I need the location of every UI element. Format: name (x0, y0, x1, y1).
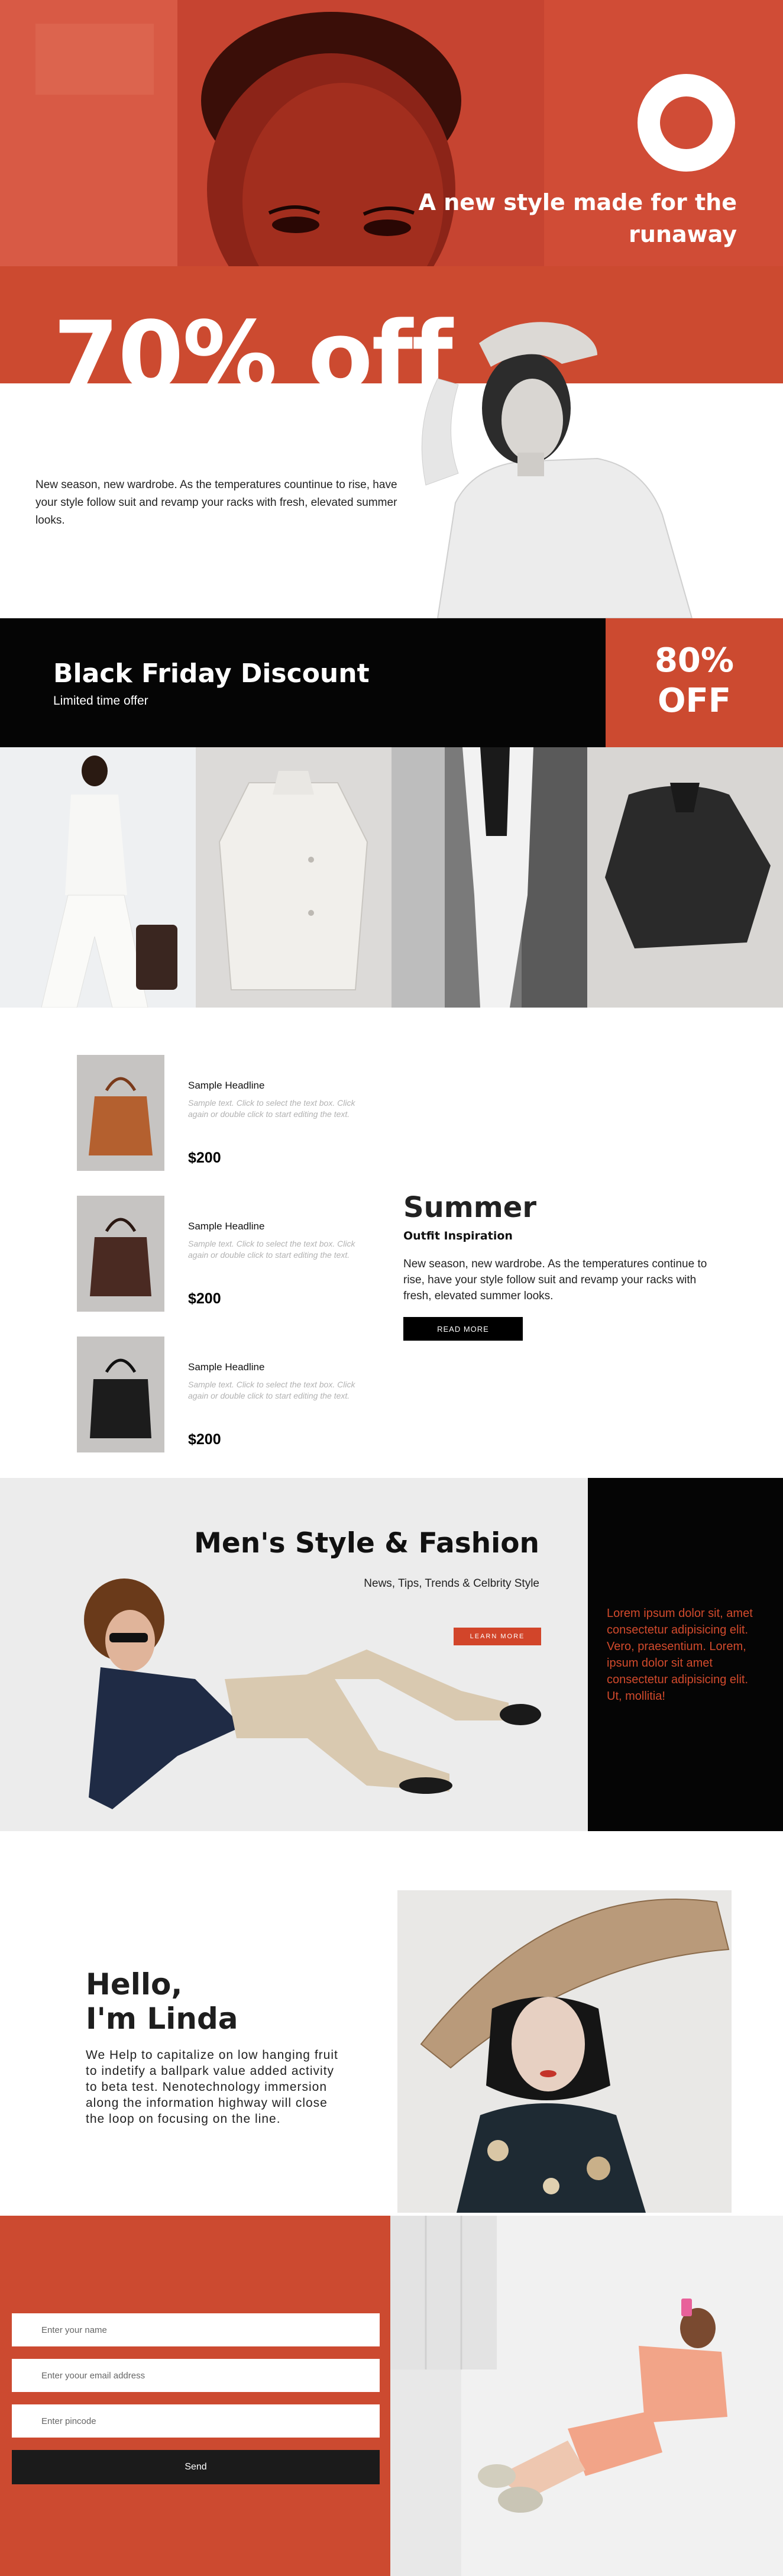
gallery-photo-model-walking (0, 747, 196, 1008)
discount-percent: 80% (654, 641, 735, 680)
product-headline: Sample Headline (188, 1361, 265, 1373)
promo-section: 70% off New season, new wardrobe. As the… (0, 266, 783, 618)
hero-title: A new style made for the runaway (418, 189, 737, 247)
promo-headline: 70% off (53, 301, 453, 384)
contact-form-section: Send (0, 2216, 783, 2576)
linda-text: We Help to capitalize on low hanging fru… (86, 2048, 338, 2126)
tan-handbag-icon (77, 1055, 164, 1171)
form-panel (0, 2216, 390, 2576)
black-friday-section: Black Friday Discount Limited time offer… (0, 618, 783, 747)
gallery-photo-white-shirt (196, 747, 392, 1008)
black-friday-title: Black Friday Discount (53, 658, 370, 689)
gallery-photo-street-legs (392, 747, 587, 1008)
linda-title-line1: Hello, (86, 1967, 183, 2002)
hero-section: A new style made for the runaway (0, 0, 783, 266)
woman-phone-photo (390, 2216, 783, 2576)
pincode-input[interactable] (12, 2404, 380, 2438)
discount-off: OFF (657, 682, 732, 720)
learn-more-button[interactable]: LEARN MORE (454, 1628, 541, 1645)
men-lorem-text: Lorem ipsum dolor sit, amet consectetur … (607, 1607, 753, 1703)
product-text: Sample text. Click to select the text bo… (188, 1239, 355, 1260)
gallery-section (0, 747, 783, 1008)
summer-title: Summer (403, 1191, 536, 1224)
black-friday-subtitle: Limited time offer (53, 694, 148, 708)
model-photo-woman (402, 308, 698, 618)
promo-description: New season, new wardrobe. As the tempera… (35, 479, 397, 527)
summer-subtitle: Outfit Inspiration (403, 1229, 513, 1242)
men-subtitle: News, Tips, Trends & Celbrity Style (364, 1577, 539, 1590)
product-text: Sample text. Click to select the text bo… (188, 1098, 355, 1119)
product-card[interactable]: Sample Headline Sample text. Click to se… (77, 1055, 384, 1173)
product-price: $200 (188, 1431, 221, 1448)
product-card[interactable]: Sample Headline Sample text. Click to se… (77, 1337, 384, 1455)
linda-title-line2: I'm Linda (86, 2002, 238, 2036)
about-linda-section: Hello, I'm Linda We Help to capitalize o… (0, 1831, 783, 2216)
product-headline: Sample Headline (188, 1080, 265, 1091)
summer-text: New season, new wardrobe. As the tempera… (403, 1258, 707, 1302)
product-price: $200 (188, 1290, 221, 1307)
product-text: Sample text. Click to select the text bo… (188, 1380, 355, 1400)
men-fashion-section: Men's Style & Fashion News, Tips, Trends… (0, 1478, 783, 1831)
discount-badge: 80% OFF (606, 618, 783, 747)
read-more-button[interactable]: Read more (403, 1317, 523, 1341)
linda-photo (397, 1890, 732, 2213)
email-input[interactable] (12, 2359, 380, 2392)
ring-logo-icon (638, 74, 735, 172)
product-card[interactable]: Sample Headline Sample text. Click to se… (77, 1196, 384, 1314)
men-title: Men's Style & Fashion (194, 1527, 539, 1560)
gallery-photo-black-shirt (587, 747, 783, 1008)
linda-title: Hello, I'm Linda (86, 1967, 238, 2036)
black-handbag-icon (77, 1337, 164, 1452)
products-section: Sample Headline Sample text. Click to se… (0, 1008, 783, 1478)
product-price: $200 (188, 1150, 221, 1166)
brown-handbag-icon (77, 1196, 164, 1312)
product-headline: Sample Headline (188, 1221, 265, 1232)
send-button[interactable]: Send (12, 2450, 380, 2484)
name-input[interactable] (12, 2313, 380, 2346)
